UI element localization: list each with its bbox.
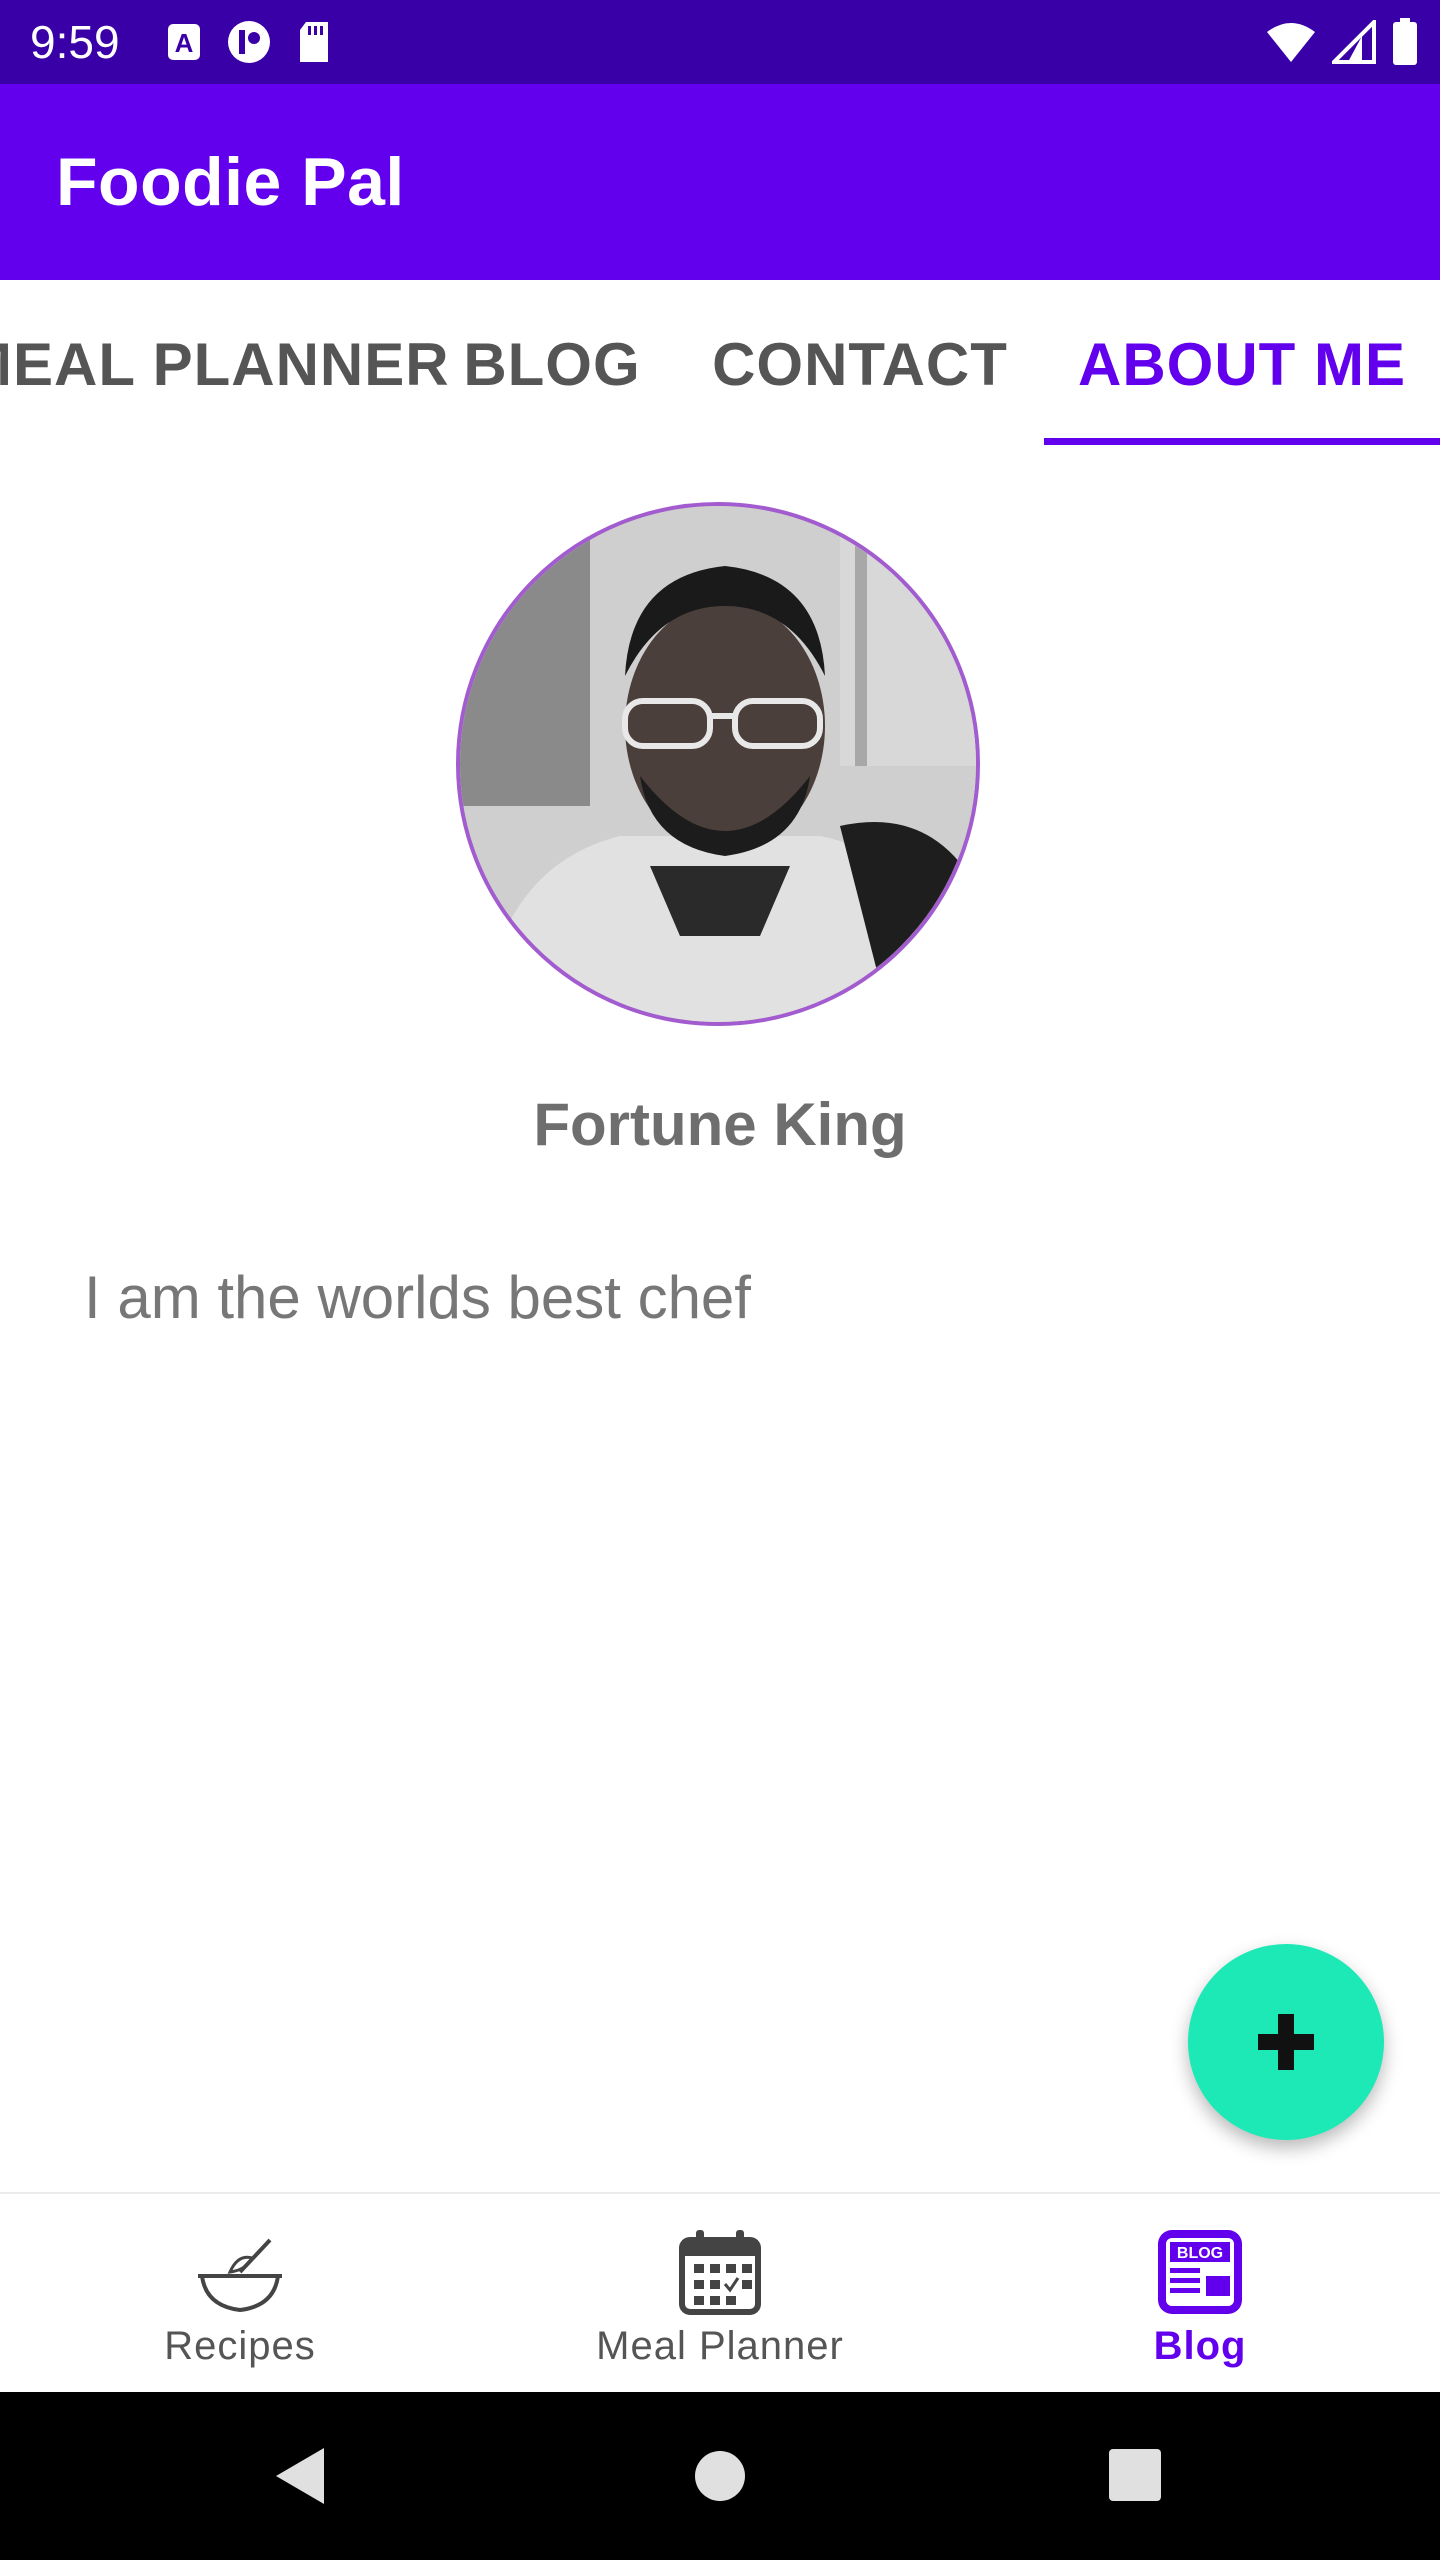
status-system-icons [1266, 18, 1418, 66]
tab-about-me[interactable]: ABOUT ME [1044, 280, 1440, 446]
tab-meal-planner[interactable]: MEAL PLANNER [0, 280, 449, 446]
back-icon[interactable] [270, 2444, 330, 2508]
blog-icon: BLOG [1158, 2230, 1242, 2314]
profile-name: Fortune King [533, 1091, 907, 1158]
tab-bar: MEAL PLANNER BLOG CONTACT ABOUT ME [0, 280, 1440, 446]
badge-icon [228, 21, 270, 63]
svg-text:A: A [175, 28, 194, 58]
mixing-bowl-icon [198, 2238, 282, 2313]
app-bar: Foodie Pal [0, 84, 1440, 280]
system-nav-bar [0, 2392, 1440, 2560]
profile-avatar [456, 502, 980, 1026]
nav-label-recipes: Recipes [164, 2324, 316, 2368]
calendar-icon [679, 2230, 761, 2315]
add-fab-button[interactable] [1188, 1944, 1384, 2140]
tab-indicator [1044, 438, 1440, 445]
battery-icon [1393, 18, 1417, 65]
sd-card-icon [300, 22, 328, 62]
tab-contact[interactable]: CONTACT [700, 280, 1020, 446]
status-bar: 9:59 A [0, 0, 1440, 84]
signal-icon [1332, 20, 1376, 64]
profile-bio: I am the worlds best chef [84, 1264, 751, 1331]
text-a-icon: A [168, 24, 200, 60]
nav-label-meal-planner: Meal Planner [596, 2324, 844, 2368]
home-icon[interactable] [694, 2450, 746, 2502]
plus-icon [1258, 2014, 1314, 2070]
tab-blog[interactable]: BLOG [442, 280, 662, 446]
avatar-photo [460, 506, 976, 1022]
app-title: Foodie Pal [56, 144, 405, 220]
svg-text:BLOG: BLOG [1177, 2245, 1223, 2262]
nav-item-blog[interactable]: BLOG Blog [960, 2194, 1440, 2394]
status-time: 9:59 [30, 16, 120, 68]
nav-item-recipes[interactable]: Recipes [0, 2194, 480, 2394]
bottom-nav: Recipes Meal Planner BLOG Blog [0, 2192, 1440, 2392]
wifi-icon [1267, 23, 1315, 62]
recents-icon[interactable] [1108, 2448, 1162, 2502]
nav-label-blog: Blog [1153, 2324, 1247, 2368]
nav-item-meal-planner[interactable]: Meal Planner [480, 2194, 960, 2394]
status-notification-icons: A [166, 20, 332, 64]
